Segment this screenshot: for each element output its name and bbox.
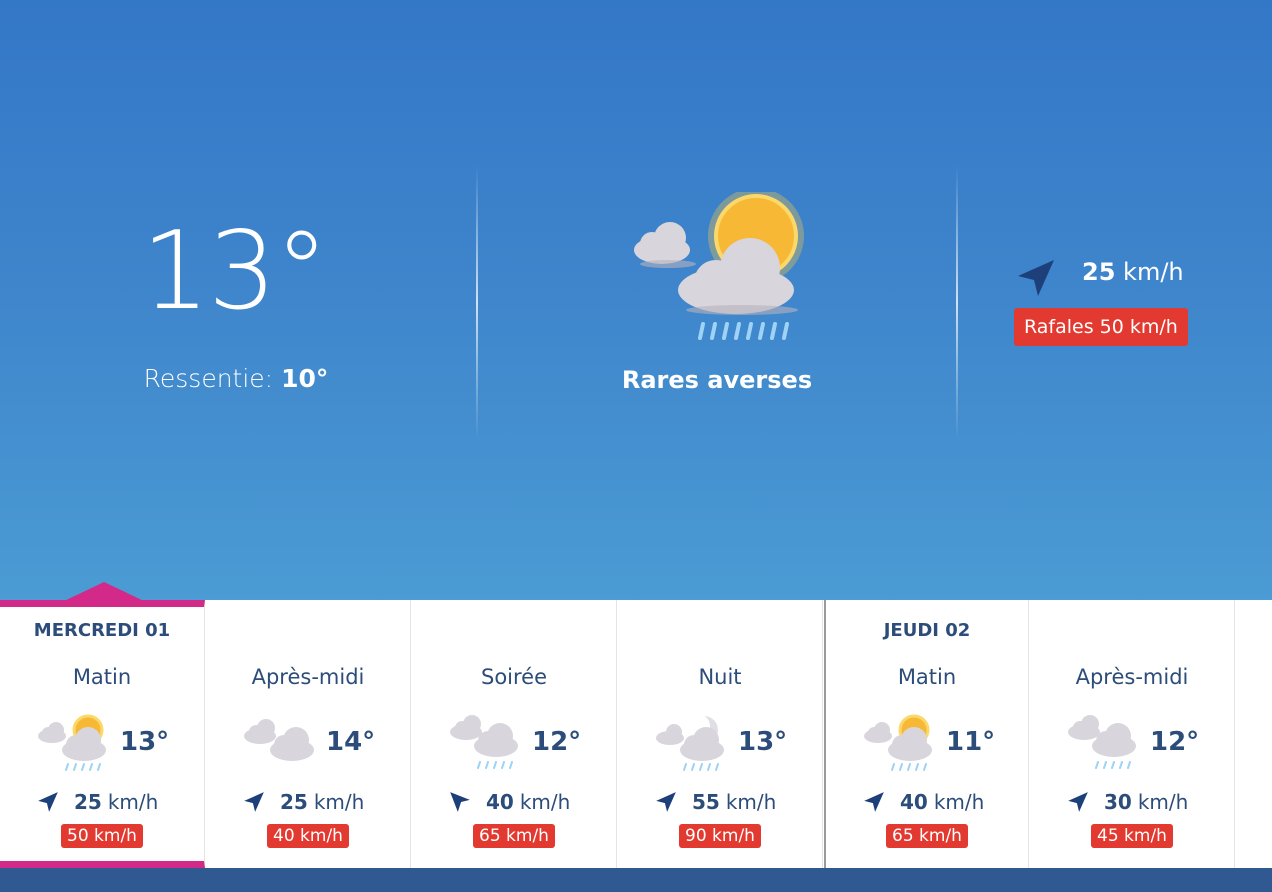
forecast-strip: MERCREDI 01 Matin 13° 25 km/h 50 km/h Après-mi…: [0, 600, 1272, 868]
current-temperature: 13°: [141, 209, 328, 334]
forecast-card-6[interactable]: Après-midi 12° 30 km/h 45 km/h: [1030, 600, 1235, 868]
gust-badge: 40 km/h: [267, 824, 349, 848]
day-label: JEUDI 02: [883, 620, 971, 641]
wind-speed-value: 25: [1082, 258, 1116, 286]
sun-cloud-rain-icon: [864, 714, 932, 771]
forecast-card-partial[interactable]: [1234, 600, 1272, 868]
wind-direction-icon: [1018, 260, 1054, 296]
gust-wrap: 50 km/h: [0, 824, 204, 848]
gust-wrap: 45 km/h: [1030, 824, 1234, 848]
footer-bar: [0, 868, 1272, 892]
forecast-card-2[interactable]: Après-midi 14° 25 km/h 40 km/h: [206, 600, 411, 868]
forecast-card-5[interactable]: JEUDI 02 Matin 11° 40 km/h 65 km/h: [824, 600, 1029, 868]
wind-speed-unit: km/h: [1123, 258, 1184, 286]
clouds-icon: [244, 719, 314, 761]
wind-speed-unit: km/h: [519, 790, 571, 814]
wind-speed-unit: km/h: [933, 790, 985, 814]
period-temperature: 14°: [326, 727, 376, 757]
feels-like: Ressentie: 10°: [0, 364, 472, 393]
wind-speed-unit: km/h: [725, 790, 777, 814]
gust-wrap: 40 km/h: [206, 824, 410, 848]
period-temperature: 12°: [532, 727, 582, 757]
sun-cloud-rain-icon: [634, 192, 804, 340]
period-temperature: 12°: [1150, 727, 1200, 757]
cloud-rain-icon: [450, 715, 518, 769]
wind-speed-value: 40: [486, 790, 514, 814]
gust-badge: 45 km/h: [1091, 824, 1173, 848]
period-label: Après-midi: [1075, 665, 1189, 689]
wind-speed-unit: km/h: [313, 790, 365, 814]
period-wind: 40 km/h: [448, 790, 570, 814]
moon-cloud-rain-icon: [656, 714, 724, 771]
wind-direction-icon: [450, 792, 470, 812]
wind-speed-value: 25: [280, 790, 308, 814]
period-label: Après-midi: [251, 665, 365, 689]
gust-wrap: 65 km/h: [412, 824, 616, 848]
wind-speed-value: 40: [900, 790, 928, 814]
forecast-card-3[interactable]: Soirée 12° 40 km/h 65 km/h: [412, 600, 617, 868]
period-wind: 55 km/h: [654, 790, 776, 814]
sun-cloud-rain-icon: [38, 714, 106, 771]
gust-badge: 50 km/h: [61, 824, 143, 848]
current-conditions-panel: 13° Ressentie: 10° Rares averses 25 km/h…: [0, 0, 1272, 600]
period-label: Soirée: [480, 665, 548, 689]
wind-direction-icon: [38, 792, 58, 812]
period-wind: 30 km/h: [1066, 790, 1188, 814]
condition-block: Rares averses: [478, 0, 958, 600]
period-temperature: 13°: [738, 727, 788, 757]
feels-like-label: Ressentie:: [143, 364, 274, 393]
gust-badge: 65 km/h: [473, 824, 555, 848]
wind-speed-value: 25: [74, 790, 102, 814]
feels-like-value: 10°: [281, 364, 329, 393]
gust-wrap: 65 km/h: [826, 824, 1028, 848]
wind-direction-icon: [1068, 792, 1088, 812]
condition-label: Rares averses: [621, 366, 813, 394]
wind-speed: 25 km/h: [1082, 258, 1184, 286]
period-temperature: 13°: [120, 727, 170, 757]
wind-speed-value: 55: [692, 790, 720, 814]
period-wind: 25 km/h: [36, 790, 158, 814]
wind-speed-unit: km/h: [1137, 790, 1189, 814]
wind-direction-icon: [864, 792, 884, 812]
wind-speed-unit: km/h: [107, 790, 159, 814]
period-label: Matin: [72, 665, 132, 689]
wind-direction-icon: [656, 792, 676, 812]
day-label: MERCREDI 01: [33, 620, 171, 641]
period-label: Matin: [897, 665, 957, 689]
wind-speed-value: 30: [1104, 790, 1132, 814]
forecast-card-4[interactable]: Nuit 13° 55 km/h 90 km/h: [618, 600, 823, 868]
wind-block: 25 km/h Rafales 50 km/h: [958, 0, 1272, 600]
period-label: Nuit: [698, 665, 742, 689]
period-wind: 25 km/h: [242, 790, 364, 814]
gust-badge: 65 km/h: [886, 824, 968, 848]
gust-badge: Rafales 50 km/h: [1014, 308, 1188, 346]
period-wind: 40 km/h: [862, 790, 984, 814]
cloud-rain-icon: [1068, 715, 1136, 769]
forecast-card-1[interactable]: MERCREDI 01 Matin 13° 25 km/h 50 km/h: [0, 600, 205, 868]
gust-badge: 90 km/h: [679, 824, 761, 848]
period-temperature: 11°: [946, 727, 996, 757]
temperature-block: 13° Ressentie: 10°: [0, 0, 478, 600]
gust-wrap: 90 km/h: [618, 824, 822, 848]
wind-direction-icon: [244, 792, 264, 812]
active-indicator-caret: [62, 582, 146, 602]
